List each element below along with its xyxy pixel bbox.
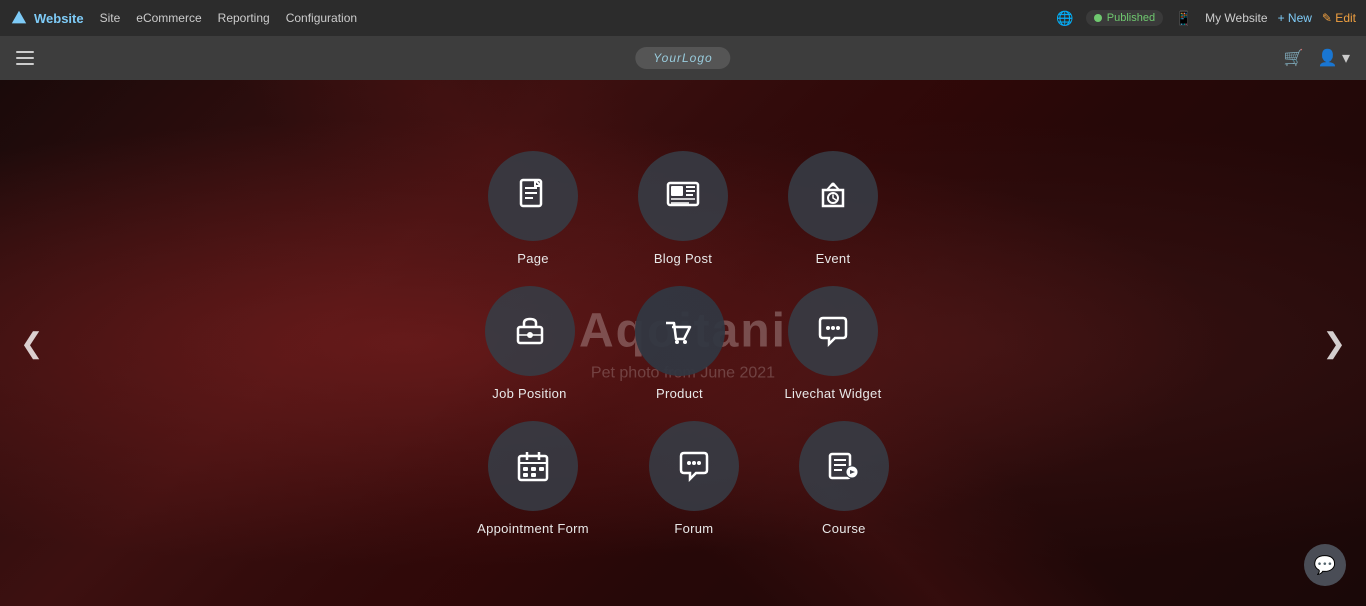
brand-name: Website <box>34 11 84 26</box>
top-nav-links: Site eCommerce Reporting Configuration <box>100 11 357 25</box>
nav-right-icons: 🛒 👤 ▾ <box>1284 48 1350 68</box>
hamburger-line-3 <box>16 63 34 65</box>
top-nav-right: 🌐 Published 📱 My Website + New ✎ Edit <box>1054 7 1356 29</box>
livechat-widget-icon <box>815 313 851 349</box>
product-icon-circle[interactable] <box>635 286 725 376</box>
secondary-navigation: YourLogo 🛒 👤 ▾ <box>0 36 1366 80</box>
brand-logo[interactable]: Website <box>10 9 84 27</box>
logo-text: YourLogo <box>653 51 712 65</box>
new-button[interactable]: + New <box>1278 11 1312 25</box>
icon-item-appointment-form[interactable]: Appointment Form <box>477 421 589 536</box>
job-position-icon <box>512 313 548 349</box>
next-arrow[interactable]: ❯ <box>1323 327 1346 360</box>
blog-post-icon-circle[interactable] <box>638 151 728 241</box>
mobile-icon[interactable]: 📱 <box>1173 7 1195 29</box>
livechat-widget-label: Livechat Widget <box>785 386 882 401</box>
job-position-label: Job Position <box>492 386 566 401</box>
event-label: Event <box>816 251 851 266</box>
icon-item-forum[interactable]: Forum <box>649 421 739 536</box>
icon-item-job-position[interactable]: Job Position <box>485 286 575 401</box>
icon-item-event[interactable]: Event <box>788 151 878 266</box>
published-dot <box>1094 14 1102 22</box>
logo-area: YourLogo <box>635 47 730 69</box>
logo-badge[interactable]: YourLogo <box>635 47 730 69</box>
page-icon <box>515 178 551 214</box>
globe-icon[interactable]: 🌐 <box>1054 7 1076 29</box>
event-icon-circle[interactable] <box>788 151 878 241</box>
forum-icon <box>676 448 712 484</box>
page-label: Page <box>517 251 549 266</box>
icon-grid: Page Blog Post <box>0 80 1366 606</box>
hamburger-menu[interactable] <box>16 51 34 65</box>
icon-item-page[interactable]: Page <box>488 151 578 266</box>
appointment-form-label: Appointment Form <box>477 521 589 536</box>
icon-item-course[interactable]: Course <box>799 421 889 536</box>
page-icon-circle[interactable] <box>488 151 578 241</box>
icon-item-product[interactable]: Product <box>635 286 725 401</box>
published-toggle[interactable]: Published <box>1086 10 1163 26</box>
product-icon <box>662 313 698 349</box>
chat-bubble[interactable]: 💬 <box>1304 544 1346 586</box>
course-icon <box>826 448 862 484</box>
edit-button[interactable]: ✎ Edit <box>1322 11 1356 25</box>
nav-reporting[interactable]: Reporting <box>218 11 270 25</box>
forum-icon-circle[interactable] <box>649 421 739 511</box>
cart-icon[interactable]: 🛒 <box>1284 48 1304 68</box>
forum-label: Forum <box>674 521 713 536</box>
job-position-icon-circle[interactable] <box>485 286 575 376</box>
top-navigation: Website Site eCommerce Reporting Configu… <box>0 0 1366 36</box>
blog-post-label: Blog Post <box>654 251 712 266</box>
product-label: Product <box>656 386 703 401</box>
course-icon-circle[interactable] <box>799 421 889 511</box>
icon-row-3: Appointment Form Forum <box>477 421 889 536</box>
prev-arrow[interactable]: ❮ <box>20 327 43 360</box>
blog-post-icon <box>665 178 701 214</box>
hamburger-line-2 <box>16 57 34 59</box>
livechat-widget-icon-circle[interactable] <box>788 286 878 376</box>
course-label: Course <box>822 521 866 536</box>
nav-site[interactable]: Site <box>100 11 121 25</box>
appointment-form-icon-circle[interactable] <box>488 421 578 511</box>
published-label: Published <box>1107 12 1155 24</box>
icon-row-2: Job Position Product <box>485 286 882 401</box>
appointment-form-icon <box>515 448 551 484</box>
my-website-button[interactable]: My Website <box>1205 11 1267 25</box>
icon-item-blog-post[interactable]: Blog Post <box>638 151 728 266</box>
nav-configuration[interactable]: Configuration <box>286 11 357 25</box>
nav-ecommerce[interactable]: eCommerce <box>136 11 201 25</box>
icon-row-1: Page Blog Post <box>488 151 878 266</box>
user-icon[interactable]: 👤 ▾ <box>1318 48 1350 68</box>
icon-item-livechat-widget[interactable]: Livechat Widget <box>785 286 882 401</box>
event-icon <box>815 178 851 214</box>
main-content: Aqoitani Pet photo from June 2021 ❮ <box>0 80 1366 606</box>
hamburger-line-1 <box>16 51 34 53</box>
